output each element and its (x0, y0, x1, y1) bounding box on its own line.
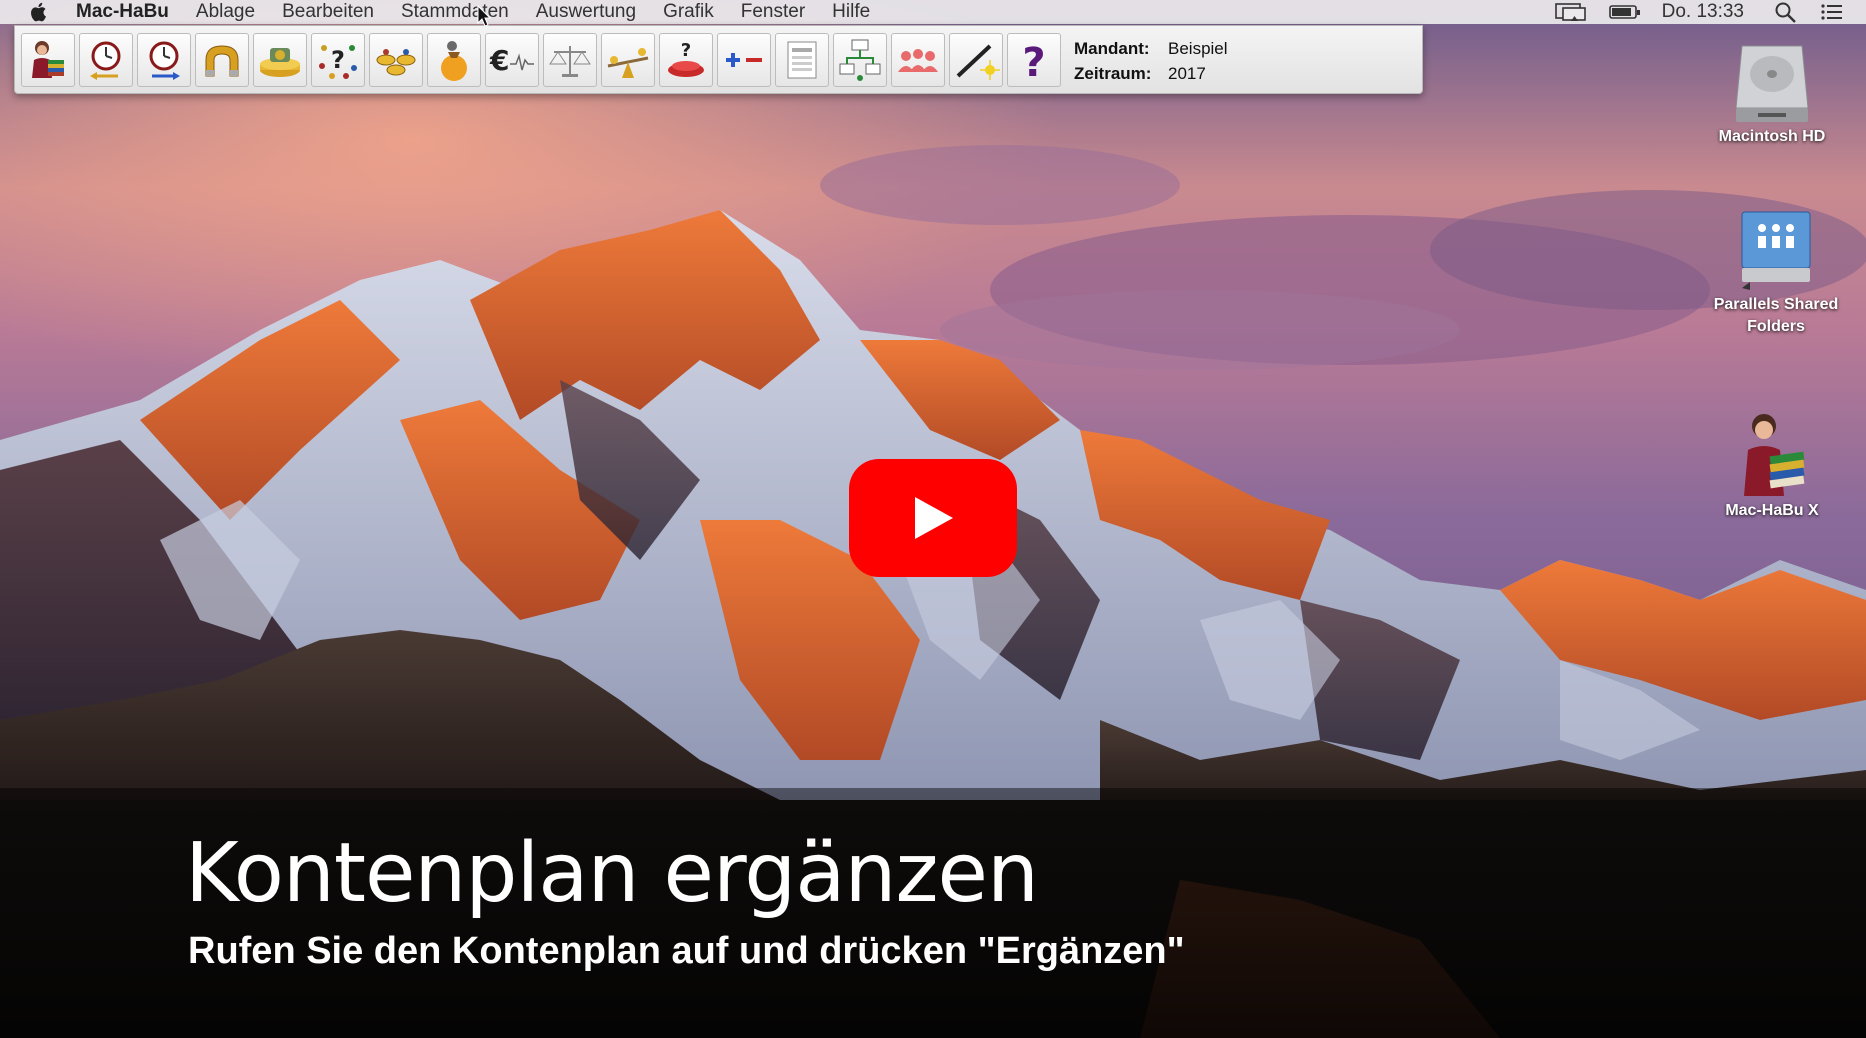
toolbar-button-help[interactable]: ? (1007, 33, 1061, 87)
money-bag-icon (441, 41, 467, 81)
toolbar-button-form-list[interactable] (775, 33, 829, 87)
toolbar-button-money-bag[interactable] (427, 33, 481, 87)
desktop-icon-label: Mac-HaBu X (1725, 502, 1819, 519)
user-books-icon (32, 41, 64, 78)
menu-grafik[interactable]: Grafik (663, 1, 714, 23)
help-question-icon: ? (1022, 40, 1045, 86)
svg-text:€: € (489, 44, 509, 77)
battery-icon[interactable] (1608, 2, 1642, 22)
spotlight-search-icon[interactable] (1774, 1, 1798, 23)
toolbar-button-euro-curve[interactable]: € (485, 33, 539, 87)
coins-icon (376, 49, 416, 76)
magic-wand-icon (956, 44, 1000, 80)
toolbar-button-flowchart[interactable] (833, 33, 887, 87)
video-subtitle: Rufen Sie den Kontenplan auf und drücken… (188, 930, 1185, 972)
toolbar-button-people-group[interactable] (891, 33, 945, 87)
mac-habu-toolbar-window: ? € ? ? Mandant: Beispiel Zeitraum: 2017 (14, 25, 1423, 94)
youtube-play-icon[interactable] (849, 459, 1017, 577)
notification-center-icon[interactable] (1820, 1, 1844, 23)
menu-fenster[interactable]: Fenster (741, 1, 805, 23)
mandant-value: Beispiel (1168, 39, 1228, 58)
people-group-icon (898, 49, 938, 72)
client-info: Mandant: Beispiel Zeitraum: 2017 (1074, 36, 1228, 86)
zeitraum-value: 2017 (1168, 64, 1206, 83)
hard-drive-icon (1735, 45, 1809, 122)
toolbar-button-magnet[interactable] (195, 33, 249, 87)
magnet-icon (205, 45, 239, 77)
clock-back-icon (90, 41, 121, 80)
toolbar-button-money-tray[interactable] (253, 33, 307, 87)
svg-text:?: ? (1022, 40, 1045, 86)
seesaw-icon (607, 48, 649, 78)
desktop-icon-label: Macintosh HD (1718, 128, 1826, 145)
money-tray-icon (260, 48, 300, 77)
euro-curve-icon: € (489, 44, 534, 77)
menu-bar: Mac-HaBu Ablage Bearbeiten Stammdaten Au… (0, 0, 1866, 24)
video-title: Kontenplan ergänzen (185, 826, 1039, 921)
scale-balance-icon (549, 46, 591, 77)
toolbar-button-plus-minus[interactable] (717, 33, 771, 87)
apple-icon[interactable] (28, 1, 50, 23)
svg-text:?: ? (331, 46, 345, 74)
plus-minus-icon (726, 53, 762, 67)
desktop-icon-macintosh-hd[interactable]: Macintosh HD (1696, 38, 1848, 148)
clock-forward-icon (149, 41, 180, 80)
menu-app-name[interactable]: Mac-HaBu (76, 1, 169, 23)
toolbar-button-magic-wand[interactable] (949, 33, 1003, 87)
desktop-icon-label-line1: Parallels Shared (1713, 296, 1839, 313)
svg-text:?: ? (681, 40, 691, 61)
flowchart-icon (839, 39, 881, 81)
toolbar-button-question-stamp[interactable]: ? (659, 33, 713, 87)
menu-hilfe[interactable]: Hilfe (832, 1, 870, 23)
desktop-icon-mac-habu-x[interactable]: Mac-HaBu X (1696, 410, 1848, 522)
menu-bearbeiten[interactable]: Bearbeiten (282, 1, 374, 23)
question-stamp-icon: ? (668, 40, 704, 77)
mandant-label: Mandant: (1074, 39, 1150, 58)
display-mirroring-icon[interactable] (1554, 2, 1588, 22)
mouse-cursor-icon (477, 5, 491, 27)
form-list-icon (787, 41, 817, 79)
question-dots-icon: ? (319, 45, 357, 79)
toolbar-button-seesaw[interactable] (601, 33, 655, 87)
menu-ablage[interactable]: Ablage (196, 1, 255, 23)
toolbar-button-user-books[interactable] (21, 33, 75, 87)
zeitraum-label: Zeitraum: (1074, 64, 1152, 83)
toolbar-button-clock-back[interactable] (79, 33, 133, 87)
menu-clock[interactable]: Do. 13:33 (1662, 1, 1744, 23)
toolbar-button-clock-forward[interactable] (137, 33, 191, 87)
menu-auswertung[interactable]: Auswertung (536, 1, 636, 23)
desktop-icon-parallels-shared-folders[interactable]: Parallels Shared Folders (1696, 208, 1856, 338)
toolbar-button-question-dots[interactable]: ? (311, 33, 365, 87)
toolbar-button-coins[interactable] (369, 33, 423, 87)
mac-habu-app-icon (1744, 414, 1805, 496)
menu-stammdaten[interactable]: Stammdaten (401, 1, 509, 23)
toolbar-button-scale-balance[interactable] (543, 33, 597, 87)
shared-folders-icon (1741, 211, 1811, 290)
desktop-icon-label-line2: Folders (1747, 318, 1805, 335)
